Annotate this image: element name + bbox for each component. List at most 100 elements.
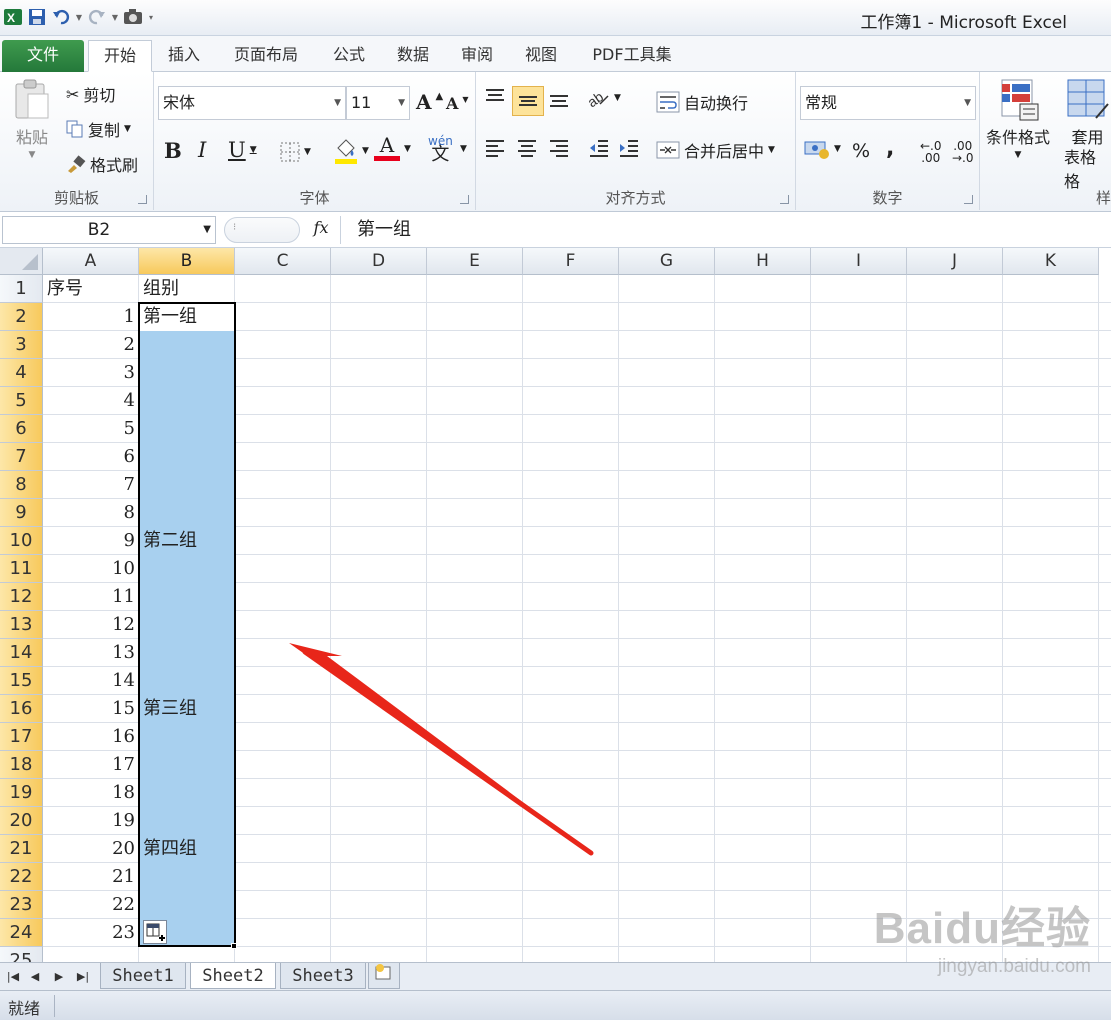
cell-a19[interactable]: 18	[43, 779, 139, 807]
cell-a3[interactable]: 2	[43, 331, 139, 359]
tab-insert[interactable]: 插入	[156, 40, 212, 72]
column-header-b[interactable]: B	[139, 248, 235, 275]
save-icon[interactable]	[26, 6, 48, 28]
font-launcher-icon[interactable]	[460, 195, 469, 204]
align-top-button[interactable]	[484, 88, 506, 108]
row-header-22[interactable]: 22	[0, 863, 43, 891]
font-size-combo[interactable]: 11 ▼	[346, 86, 410, 120]
format-as-table-button[interactable]: 套用 表格格	[1064, 78, 1111, 192]
column-header-j[interactable]: J	[907, 248, 1003, 275]
align-middle-button[interactable]	[512, 86, 544, 116]
number-format-combo[interactable]: 常规 ▼	[800, 86, 976, 120]
tab-page-layout[interactable]: 页面布局	[222, 40, 310, 72]
align-bottom-button[interactable]	[548, 88, 570, 108]
name-box[interactable]: B2 ▼	[2, 216, 216, 244]
prev-sheet-icon[interactable]: ◀	[26, 968, 44, 986]
column-header-d[interactable]: D	[331, 248, 427, 275]
sheet-tab-sheet1[interactable]: Sheet1	[100, 963, 186, 989]
font-color-button[interactable]: A	[374, 134, 400, 161]
row-header-16[interactable]: 16	[0, 695, 43, 723]
cell-a16[interactable]: 15	[43, 695, 139, 723]
cell-a1[interactable]: 序号	[43, 275, 139, 303]
increase-decimal-button[interactable]: ←.0.00	[920, 140, 942, 164]
borders-button[interactable]: ▼	[280, 142, 311, 162]
row-header-8[interactable]: 8	[0, 471, 43, 499]
worksheet-grid[interactable]: ABCDEFGHIJK 1 2 3 4 5 6 7 8 9 10 11 12 13 14 15 16 17 18 1…	[0, 248, 1111, 962]
cell-a21[interactable]: 20	[43, 835, 139, 863]
redo-dropdown-icon[interactable]: ▼	[110, 6, 120, 28]
auto-fill-options-button[interactable]	[143, 920, 167, 944]
row-header-15[interactable]: 15	[0, 667, 43, 695]
clipboard-launcher-icon[interactable]	[138, 195, 147, 204]
row-header-5[interactable]: 5	[0, 387, 43, 415]
first-sheet-icon[interactable]: |◀	[4, 968, 22, 986]
increase-indent-button[interactable]	[618, 138, 640, 158]
column-header-a[interactable]: A	[43, 248, 139, 275]
cell-a22[interactable]: 21	[43, 863, 139, 891]
next-sheet-icon[interactable]: ▶	[50, 968, 68, 986]
cell-a20[interactable]: 19	[43, 807, 139, 835]
accounting-format-button[interactable]: ▼	[804, 138, 841, 160]
grow-font-button[interactable]: A ▲	[416, 90, 443, 114]
number-launcher-icon[interactable]	[964, 195, 973, 204]
align-left-button[interactable]	[484, 138, 506, 158]
cell-a12[interactable]: 11	[43, 583, 139, 611]
orientation-button[interactable]: ab ▼	[586, 88, 621, 108]
formula-input[interactable]: 第一组	[340, 216, 1111, 244]
excel-app-icon[interactable]: X	[2, 6, 24, 28]
bold-button[interactable]: B	[164, 138, 182, 163]
row-header-21[interactable]: 21	[0, 835, 43, 863]
row-header-11[interactable]: 11	[0, 555, 43, 583]
column-header-h[interactable]: H	[715, 248, 811, 275]
select-all-corner[interactable]	[0, 248, 43, 275]
row-header-6[interactable]: 6	[0, 415, 43, 443]
row-header-2[interactable]: 2	[0, 303, 43, 331]
redo-icon[interactable]	[86, 6, 108, 28]
tab-view[interactable]: 视图	[514, 40, 568, 72]
row-header-25[interactable]: 25	[0, 947, 43, 962]
cell-a15[interactable]: 14	[43, 667, 139, 695]
cell-a24[interactable]: 23	[43, 919, 139, 947]
column-header-e[interactable]: E	[427, 248, 523, 275]
sheet-tab-sheet2[interactable]: Sheet2	[190, 963, 276, 989]
customize-toolbar-icon[interactable]: ▾	[146, 6, 156, 28]
row-header-20[interactable]: 20	[0, 807, 43, 835]
last-sheet-icon[interactable]: ▶|	[74, 968, 92, 986]
decrease-decimal-button[interactable]: .00 →.0	[952, 140, 974, 164]
row-header-9[interactable]: 9	[0, 499, 43, 527]
row-header-14[interactable]: 14	[0, 639, 43, 667]
row-header-23[interactable]: 23	[0, 891, 43, 919]
row-header-3[interactable]: 3	[0, 331, 43, 359]
cell-b1[interactable]: 组别	[139, 275, 235, 303]
cell-a2[interactable]: 1	[43, 303, 139, 331]
cell-a11[interactable]: 10	[43, 555, 139, 583]
tab-pdf-tools[interactable]: PDF工具集	[580, 40, 684, 72]
conditional-formatting-button[interactable]: 条件格式 ▼	[986, 78, 1050, 160]
percent-style-button[interactable]: %	[852, 140, 870, 162]
undo-icon[interactable]	[50, 6, 72, 28]
row-header-24[interactable]: 24	[0, 919, 43, 947]
cell-a4[interactable]: 3	[43, 359, 139, 387]
copy-button[interactable]: 复制 ▼	[66, 117, 131, 141]
paste-button[interactable]: 粘贴 ▼	[8, 78, 56, 160]
row-header-1[interactable]: 1	[0, 275, 43, 303]
camera-icon[interactable]	[122, 6, 144, 28]
cell-a9[interactable]: 8	[43, 499, 139, 527]
align-right-button[interactable]	[548, 138, 570, 158]
column-header-g[interactable]: G	[619, 248, 715, 275]
align-center-button[interactable]	[516, 138, 538, 158]
cell-a10[interactable]: 9	[43, 527, 139, 555]
decrease-indent-button[interactable]	[588, 138, 610, 158]
format-painter-button[interactable]: 格式刷	[66, 152, 138, 176]
row-header-18[interactable]: 18	[0, 751, 43, 779]
italic-button[interactable]: I	[198, 138, 206, 162]
row-header-7[interactable]: 7	[0, 443, 43, 471]
wrap-text-button[interactable]: 自动换行	[656, 90, 748, 114]
comma-style-button[interactable]: ,	[886, 136, 894, 161]
underline-button[interactable]: U ▼	[228, 138, 257, 162]
cell-a6[interactable]: 5	[43, 415, 139, 443]
fill-color-button[interactable]: ▼	[334, 138, 369, 164]
column-header-c[interactable]: C	[235, 248, 331, 275]
tab-data[interactable]: 数据	[386, 40, 440, 72]
fill-handle[interactable]	[231, 943, 237, 949]
